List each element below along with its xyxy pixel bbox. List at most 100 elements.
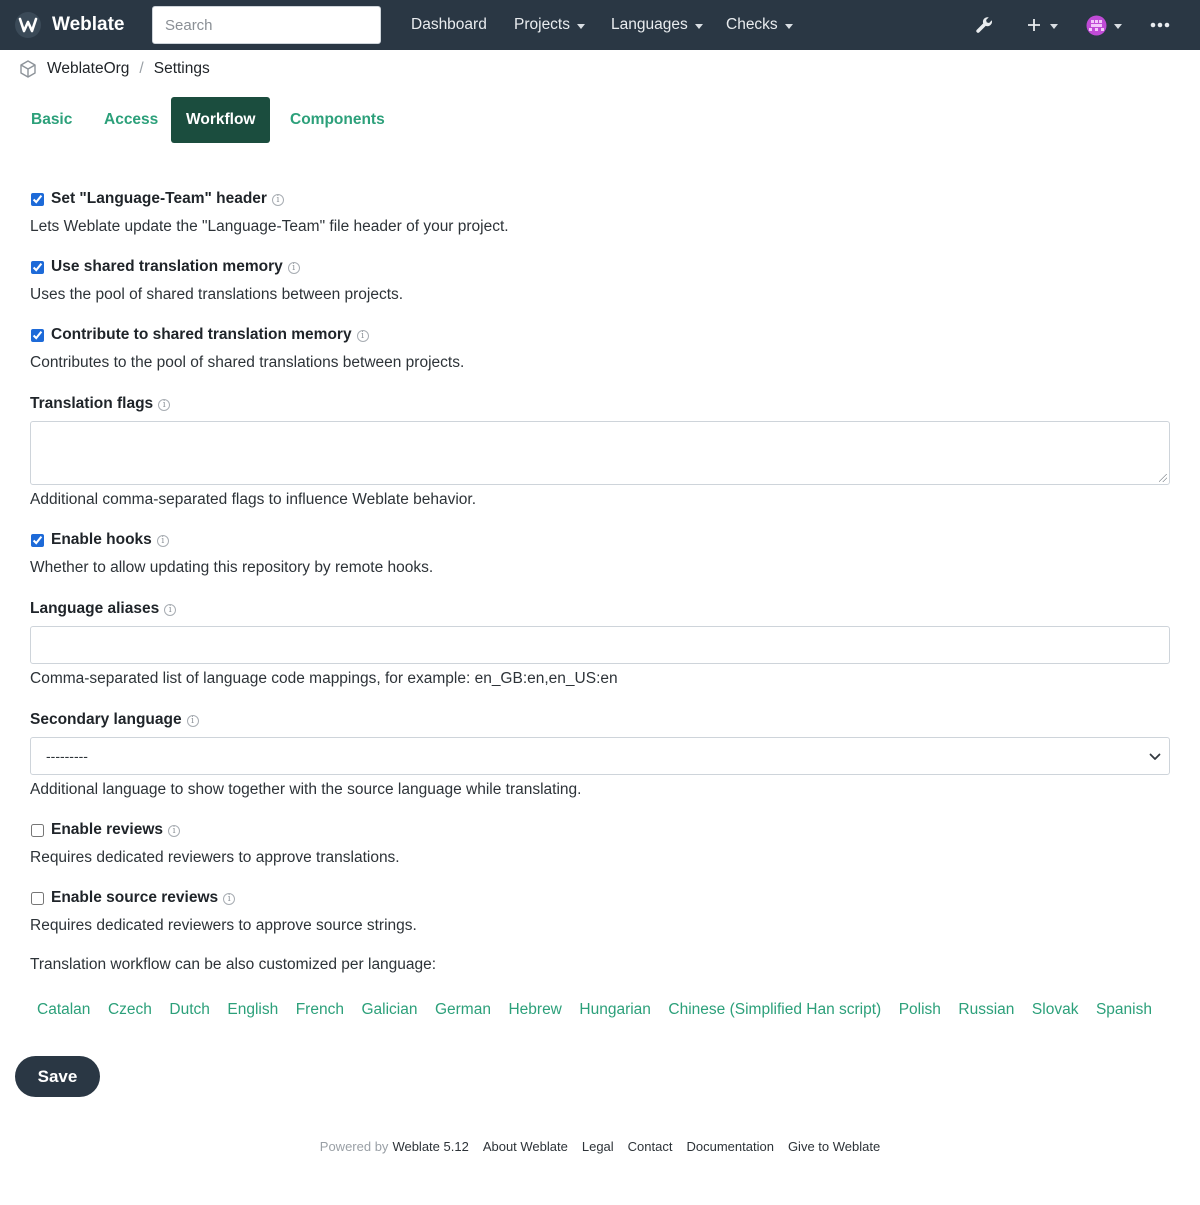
enable-reviews-checkbox[interactable] (31, 823, 44, 837)
plus-icon (1028, 19, 1040, 31)
language-link[interactable]: Catalan (37, 1001, 90, 1019)
language-team-header-label[interactable]: Set "Language-Team" header (51, 190, 267, 208)
language-team-header-row: Set "Language-Team" header i (30, 188, 284, 210)
enable-source-reviews-help: Requires dedicated reviewers to approve … (30, 917, 417, 934)
footer-link-donate[interactable]: Give to Weblate (788, 1139, 880, 1154)
language-link[interactable]: Slovak (1032, 1001, 1079, 1019)
language-link[interactable]: Hebrew (508, 1001, 561, 1019)
footer: Powered by Weblate 5.12 About Weblate Le… (0, 1136, 1200, 1156)
tab-basic[interactable]: Basic (16, 97, 87, 143)
enable-hooks-label[interactable]: Enable hooks (51, 531, 152, 549)
info-icon[interactable]: i (156, 535, 169, 547)
tab-workflow[interactable]: Workflow (171, 97, 271, 143)
breadcrumb-separator: / (139, 60, 144, 77)
language-team-header-help: Lets Weblate update the "Language-Team" … (30, 218, 509, 235)
powered-by-text: Powered by (319, 1138, 389, 1154)
more-icon[interactable] (1150, 0, 1170, 50)
translation-flags-label-row: Translation flags i (30, 393, 171, 415)
language-link[interactable]: Spanish (1096, 1001, 1152, 1019)
add-menu[interactable] (1027, 0, 1058, 50)
info-icon[interactable]: i (223, 893, 236, 905)
tab-access[interactable]: Access (89, 97, 173, 143)
nav-languages-label: Languages (611, 16, 688, 33)
enable-hooks-row: Enable hooks i (30, 529, 169, 551)
avatar (1086, 15, 1107, 35)
language-link[interactable]: Russian (958, 1001, 1014, 1019)
resize-grip-icon[interactable] (1159, 474, 1167, 482)
footer-version-link[interactable]: Weblate 5.12 (392, 1139, 468, 1154)
language-link[interactable]: Czech (108, 1001, 152, 1019)
nav-projects[interactable]: Projects (514, 0, 585, 50)
nav-dashboard[interactable]: Dashboard (411, 0, 487, 50)
contribute-shared-tm-label[interactable]: Contribute to shared translation memory (51, 326, 352, 344)
tab-workflow-label: Workflow (186, 111, 256, 128)
tab-components[interactable]: Components (275, 97, 400, 143)
language-link[interactable]: Galician (361, 1001, 417, 1019)
breadcrumb-current[interactable]: Settings (154, 60, 210, 78)
footer-link-legal[interactable]: Legal (582, 1139, 614, 1154)
language-link[interactable]: Polish (899, 1001, 941, 1019)
use-shared-tm-label[interactable]: Use shared translation memory (51, 258, 283, 276)
caret-down-icon (577, 23, 585, 29)
language-link[interactable]: Dutch (169, 1001, 210, 1019)
nav-projects-label: Projects (514, 16, 570, 33)
enable-source-reviews-checkbox[interactable] (31, 891, 44, 905)
info-icon[interactable]: i (158, 399, 171, 411)
language-aliases-label-row: Language aliases i (30, 598, 177, 620)
nav-dashboard-label: Dashboard (411, 16, 487, 33)
secondary-language-label: Secondary language (30, 711, 182, 728)
top-navbar: Weblate Dashboard Projects Languages Che… (0, 0, 1200, 50)
caret-down-icon (694, 23, 703, 29)
nav-checks[interactable]: Checks (726, 0, 793, 50)
breadcrumb-project[interactable]: WeblateOrg (47, 60, 129, 78)
breadcrumb: WeblateOrg / Settings (18, 57, 210, 81)
use-shared-tm-checkbox[interactable] (31, 260, 44, 274)
info-icon[interactable]: i (168, 825, 181, 837)
search-input[interactable] (152, 6, 381, 44)
enable-reviews-row: Enable reviews i (30, 819, 181, 841)
language-aliases-label: Language aliases (30, 600, 160, 617)
language-aliases-help: Comma-separated list of language code ma… (30, 670, 618, 687)
language-team-header-checkbox[interactable] (31, 192, 44, 206)
language-link[interactable]: Hungarian (579, 1001, 651, 1019)
contribute-shared-tm-row: Contribute to shared translation memory … (30, 324, 369, 346)
tab-basic-label: Basic (31, 111, 73, 128)
language-link[interactable]: English (227, 1001, 278, 1019)
footer-link-contact[interactable]: Contact (628, 1139, 673, 1154)
footer-link-about[interactable]: About Weblate (483, 1139, 568, 1154)
tab-components-label: Components (290, 111, 385, 128)
info-icon[interactable]: i (271, 194, 284, 206)
translation-flags-help: Additional comma-separated flags to infl… (30, 491, 477, 508)
wrench-icon[interactable] (974, 0, 994, 50)
translation-flags-label: Translation flags (30, 395, 154, 412)
caret-down-icon (1114, 23, 1122, 29)
translation-flags-textarea[interactable] (30, 421, 1170, 485)
use-shared-tm-help: Uses the pool of shared translations bet… (30, 286, 404, 303)
save-button[interactable]: Save (15, 1056, 100, 1097)
user-menu[interactable] (1086, 0, 1122, 50)
info-icon[interactable]: i (356, 330, 369, 342)
footer-link-documentation[interactable]: Documentation (686, 1139, 773, 1154)
language-link[interactable]: Chinese (Simplified Han script) (668, 1001, 881, 1019)
enable-reviews-help: Requires dedicated reviewers to approve … (30, 849, 400, 866)
language-link[interactable]: French (296, 1001, 344, 1019)
weblate-logo-icon (15, 12, 41, 38)
tab-access-label: Access (104, 111, 159, 128)
chevron-down-icon (1149, 753, 1161, 760)
nav-languages[interactable]: Languages (611, 0, 703, 50)
enable-source-reviews-label[interactable]: Enable source reviews (51, 889, 218, 907)
language-aliases-input[interactable] (30, 626, 1170, 664)
enable-reviews-label[interactable]: Enable reviews (51, 821, 163, 839)
secondary-language-help: Additional language to show together wit… (30, 781, 582, 798)
contribute-shared-tm-checkbox[interactable] (31, 328, 44, 342)
secondary-language-selected: --------- (46, 748, 88, 764)
enable-hooks-checkbox[interactable] (31, 533, 44, 547)
info-icon[interactable]: i (287, 262, 300, 274)
secondary-language-select[interactable]: --------- (30, 737, 1170, 775)
caret-down-icon (1050, 23, 1058, 29)
info-icon[interactable]: i (164, 604, 177, 616)
language-links: Catalan Czech Dutch English French Galic… (37, 998, 1169, 1022)
language-link[interactable]: German (435, 1001, 491, 1019)
brand-link[interactable]: Weblate (14, 11, 125, 39)
info-icon[interactable]: i (186, 715, 199, 727)
